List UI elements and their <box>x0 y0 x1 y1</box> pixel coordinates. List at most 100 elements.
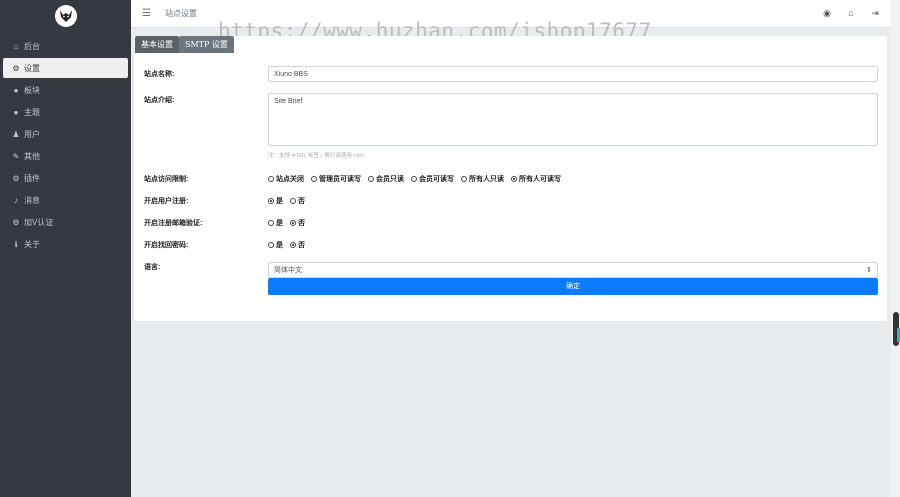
language-label: 语言: <box>144 264 161 271</box>
radio-circle-icon[interactable] <box>268 176 274 182</box>
language-row: 语言: 简体中文 ⇕ <box>144 262 878 278</box>
sidebar-item-label: 用户 <box>24 129 40 139</box>
wolf-logo-icon <box>54 5 77 27</box>
logo[interactable] <box>0 0 131 32</box>
site-name-label: 站点名称: <box>144 71 175 78</box>
radio-circle-icon[interactable] <box>411 176 417 182</box>
radio-option[interactable]: 否 <box>290 196 305 206</box>
radio-option[interactable]: 所有人只读 <box>461 174 504 184</box>
sidebar-item-6[interactable]: ⚙ 插件 <box>3 168 128 188</box>
find-password-label: 开启找回密码: <box>144 242 189 249</box>
radio-option[interactable]: 否 <box>290 218 305 228</box>
gear-icon: ⚙ <box>12 63 20 73</box>
radio-option[interactable]: 会员只读 <box>368 174 404 184</box>
site-brief-row: 站点介绍: Site Brief 注：支持 HTML 标签，换行请使用 <br> <box>144 93 878 159</box>
radio-option[interactable]: 是 <box>268 240 283 250</box>
user-register-row: 开启用户注册: 是否 <box>144 196 878 206</box>
radio-circle-icon[interactable] <box>311 176 317 182</box>
home-icon[interactable]: ⌂ <box>845 8 857 19</box>
radio-option[interactable]: 否 <box>290 240 305 250</box>
sidebar-item-label: 插件 <box>24 173 40 183</box>
radio-circle-icon[interactable] <box>290 198 296 204</box>
radio-option[interactable]: 所有人可读写 <box>511 174 561 184</box>
find-password-radio-group: 是否 <box>268 240 878 250</box>
radio-circle-icon[interactable] <box>511 176 517 182</box>
radio-option-label: 否 <box>298 198 305 205</box>
radio-circle-icon[interactable] <box>290 220 296 226</box>
sidebar-item-9[interactable]: ℹ 关于 <box>3 234 128 254</box>
sidebar-item-1[interactable]: ⚙ 设置 <box>3 58 128 78</box>
submit-button[interactable]: 确定 <box>268 277 878 295</box>
sidebar-item-label: 后台 <box>24 41 40 51</box>
topbar-actions: ◉ ⌂ ⇥ <box>821 8 881 19</box>
radio-circle-icon[interactable] <box>268 198 274 204</box>
sidebar-item-label: 板块 <box>24 85 40 95</box>
radio-option[interactable]: 站点关闭 <box>268 174 304 184</box>
sidebar-item-0[interactable]: ⌂ 后台 <box>3 36 128 56</box>
tab-0[interactable]: 基本设置 <box>135 36 179 53</box>
tab-1[interactable]: SMTP 设置 <box>179 36 234 53</box>
comment-icon: ● <box>13 85 19 95</box>
sidebar-item-7[interactable]: ♪ 消息 <box>3 190 128 210</box>
radio-circle-icon[interactable] <box>461 176 467 182</box>
menu-toggle-icon[interactable]: ☰ <box>142 8 151 19</box>
home-icon: ⌂ <box>13 41 19 51</box>
page-scrollbar[interactable] <box>891 0 900 497</box>
radio-option[interactable]: 是 <box>268 218 283 228</box>
sidebar-item-2[interactable]: ● 板块 <box>3 80 128 100</box>
site-name-row: 站点名称: Xiuno BBS <box>144 66 878 82</box>
sidebar-item-label: 关于 <box>24 239 40 249</box>
sidebar-item-label: 加V认证 <box>24 217 54 227</box>
radio-option-label: 是 <box>276 220 283 227</box>
sidebar-nav: ⌂ 后台 ⚙ 设置 ● 板块 ● 主题 ♟ 用户 ✎ 其他 ⚙ 插件 ♪ 消息 ⚙ 加V认证 ℹ 关于 <box>0 36 131 254</box>
radio-option[interactable]: 会员可读写 <box>411 174 454 184</box>
radio-circle-icon[interactable] <box>268 220 274 226</box>
radio-option-label: 会员可读写 <box>419 176 454 183</box>
cogs-icon: ⚙ <box>12 217 20 227</box>
access-label: 站点访问限制: <box>144 176 189 183</box>
radio-option-label: 管理员可读写 <box>319 176 361 183</box>
radio-option[interactable]: 是 <box>268 196 283 206</box>
radio-circle-icon[interactable] <box>368 176 374 182</box>
language-select[interactable]: 简体中文 ⇕ <box>268 262 878 278</box>
sidebar-item-3[interactable]: ● 主题 <box>3 102 128 122</box>
language-select-value: 简体中文 <box>274 267 302 274</box>
radio-option-label: 是 <box>276 198 283 205</box>
email-verify-radio-group: 是否 <box>268 218 878 228</box>
site-brief-textarea[interactable]: Site Brief <box>268 93 878 146</box>
radio-circle-icon[interactable] <box>268 242 274 248</box>
access-row: 站点访问限制: 站点关闭 管理员可读写 会员只读 会员可读写 所有人只读 所有人可读写 <box>144 174 878 184</box>
bell-icon: ♪ <box>14 195 18 205</box>
radio-option-label: 是 <box>276 242 283 249</box>
page-title: 站点设置 <box>164 9 197 18</box>
email-verify-row: 开启注册邮箱验证: 是否 <box>144 218 878 228</box>
email-verify-label: 开启注册邮箱验证: <box>144 220 203 227</box>
comment-icon: ● <box>13 107 19 117</box>
radio-option-label: 所有人可读写 <box>519 176 561 183</box>
user-register-label: 开启用户注册: <box>144 198 189 205</box>
sidebar-item-8[interactable]: ⚙ 加V认证 <box>3 212 128 232</box>
site-brief-label: 站点介绍: <box>144 97 175 104</box>
site-name-input[interactable]: Xiuno BBS <box>268 66 878 82</box>
radio-option-label: 否 <box>298 242 305 249</box>
radio-option-label: 否 <box>298 220 305 227</box>
radio-option-label: 站点关闭 <box>276 176 304 183</box>
info-icon: ℹ <box>14 239 18 249</box>
radio-option[interactable]: 管理员可读写 <box>311 174 361 184</box>
sidebar-item-label: 主题 <box>24 107 40 117</box>
user-register-radio-group: 是否 <box>268 196 878 206</box>
settings-card: 基本设置 SMTP 设置 站点名称: Xiuno BBS 站点介绍: Site B… <box>134 36 887 321</box>
logout-icon[interactable]: ⇥ <box>869 8 881 19</box>
user-icon: ♟ <box>12 129 20 139</box>
radio-option-label: 会员只读 <box>376 176 404 183</box>
sidebar-item-4[interactable]: ♟ 用户 <box>3 124 128 144</box>
sidebar-item-label: 消息 <box>24 195 40 205</box>
radio-option-label: 所有人只读 <box>469 176 504 183</box>
topbar: ☰ 站点设置 ◉ ⌂ ⇥ <box>131 0 891 28</box>
sidebar-item-5[interactable]: ✎ 其他 <box>3 146 128 166</box>
cogs-icon: ⚙ <box>12 173 20 183</box>
radio-circle-icon[interactable] <box>290 242 296 248</box>
access-radio-group: 站点关闭 管理员可读写 会员只读 会员可读写 所有人只读 所有人可读写 <box>268 174 878 184</box>
site-brief-hint: 注：支持 HTML 标签，换行请使用 <br> <box>268 153 365 159</box>
avatar-icon[interactable]: ◉ <box>821 8 833 19</box>
